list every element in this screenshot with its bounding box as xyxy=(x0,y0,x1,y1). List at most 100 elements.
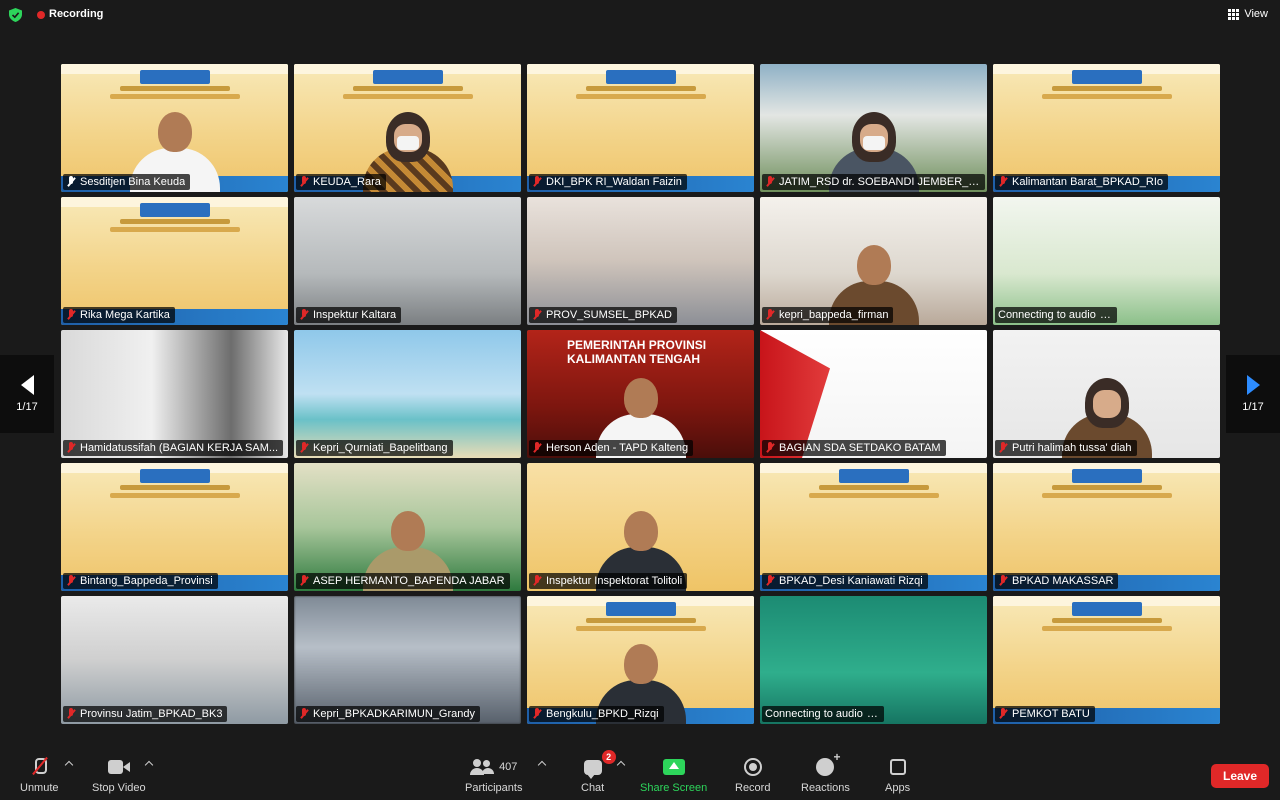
webinar-banner-graphic xyxy=(575,626,706,631)
video-background xyxy=(294,330,521,458)
participant-name-label: Bengkulu_BPKD_Rizqi xyxy=(529,706,664,722)
microphone-muted-icon xyxy=(299,176,309,188)
participant-tile[interactable]: Bintang_Bappeda_Provinsi xyxy=(61,463,288,591)
record-button[interactable]: Record xyxy=(735,756,770,794)
webinar-banner-graphic xyxy=(605,602,676,616)
microphone-muted-icon xyxy=(998,575,1008,587)
participant-tile[interactable]: Bengkulu_BPKD_Rizqi xyxy=(527,596,754,724)
recording-label[interactable]: Recording xyxy=(49,8,103,20)
webinar-banner-graphic xyxy=(1041,493,1172,498)
chat-button[interactable]: 2 Chat xyxy=(581,750,616,794)
leave-button[interactable]: Leave xyxy=(1211,764,1269,788)
webinar-banner-graphic xyxy=(139,469,210,483)
video-background xyxy=(61,330,288,458)
participant-name: Sesditjen Bina Keuda xyxy=(80,176,186,188)
participant-name-label: Inspektur Inspektorat Tolitoli xyxy=(529,573,688,589)
meeting-toolbar: Unmute Stop Video 407 Participants 2 Cha… xyxy=(0,750,1280,800)
video-background xyxy=(760,463,987,591)
view-button[interactable]: View xyxy=(1228,8,1268,20)
webinar-banner-graphic xyxy=(119,86,230,91)
participant-tile[interactable]: ASEP HERMANTO_BAPENDA JABAR xyxy=(294,463,521,591)
participant-name: Connecting to audio xyxy=(765,708,863,720)
share-screen-icon xyxy=(662,759,685,775)
participant-tile[interactable]: PEMKOT BATU xyxy=(993,596,1220,724)
webinar-banner-graphic xyxy=(119,485,230,490)
share-screen-button[interactable]: Share Screen xyxy=(640,756,707,794)
participant-name: Putri halimah tussa' diah xyxy=(1012,442,1132,454)
participant-tile[interactable]: PROV_SUMSEL_BPKAD xyxy=(527,197,754,325)
participant-name: Inspektur Inspektorat Tolitoli xyxy=(546,575,683,587)
participant-name-label: Rika Mega Kartika xyxy=(63,307,175,323)
participant-name-label: DKI_BPK RI_Waldan Faizin xyxy=(529,174,687,190)
participant-name: BAGIAN SDA SETDAKO BATAM xyxy=(779,442,941,454)
participant-tile[interactable]: Connecting to audio… xyxy=(760,596,987,724)
apps-button[interactable]: Apps xyxy=(885,756,910,794)
microphone-muted-icon xyxy=(998,708,1008,720)
participants-options-caret[interactable] xyxy=(537,760,547,770)
webinar-banner-graphic xyxy=(1051,618,1162,623)
previous-page-button[interactable]: 1/17 xyxy=(0,355,54,433)
page-indicator-left: 1/17 xyxy=(16,401,38,413)
security-shield-icon[interactable] xyxy=(9,8,22,22)
participant-name-label: ASEP HERMANTO_BAPENDA JABAR xyxy=(296,573,510,589)
webinar-banner-graphic xyxy=(352,86,463,91)
chat-options-caret[interactable] xyxy=(616,760,626,770)
participant-tile[interactable]: Rika Mega Kartika xyxy=(61,197,288,325)
participant-tile[interactable]: kepri_bappeda_firman xyxy=(760,197,987,325)
webinar-banner-graphic xyxy=(1051,86,1162,91)
participant-name: Kalimantan Barat_BPKAD_RIo xyxy=(1012,176,1164,188)
participant-tile[interactable]: BPKAD_Desi Kaniawati Rizqi xyxy=(760,463,987,591)
stop-video-label: Stop Video xyxy=(92,782,146,794)
participant-tile[interactable]: Provinsu Jatim_BPKAD_BK3 xyxy=(61,596,288,724)
participant-tile[interactable]: KEUDA_Rara xyxy=(294,64,521,192)
participant-tile[interactable]: Inspektur Kaltara xyxy=(294,197,521,325)
participants-button[interactable]: 407 Participants xyxy=(465,756,522,794)
participant-name-label: kepri_bappeda_firman xyxy=(762,307,894,323)
reactions-button[interactable]: Reactions xyxy=(801,750,850,794)
video-background xyxy=(993,64,1220,192)
participant-name: Bengkulu_BPKD_Rizqi xyxy=(546,708,659,720)
participant-tile[interactable]: Connecting to audio… xyxy=(993,197,1220,325)
microphone-muted-icon xyxy=(299,309,309,321)
participant-name-label: Inspektur Kaltara xyxy=(296,307,402,323)
view-label: View xyxy=(1244,8,1268,20)
participant-tile[interactable]: Inspektur Inspektorat Tolitoli xyxy=(527,463,754,591)
microphone-muted-icon xyxy=(532,708,542,720)
participant-name: kepri_bappeda_firman xyxy=(779,309,889,321)
participant-tile[interactable]: Kalimantan Barat_BPKAD_RIo xyxy=(993,64,1220,192)
participant-name-label: BPKAD MAKASSAR xyxy=(995,573,1119,589)
participant-tile[interactable]: Kepri_Qurniati_Bapelitbang xyxy=(294,330,521,458)
participant-name: Hamidatussifah (BAGIAN KERJA SAM... xyxy=(80,442,279,454)
participant-tile[interactable]: BPKAD MAKASSAR xyxy=(993,463,1220,591)
participant-tile[interactable]: Sesditjen Bina Keuda xyxy=(61,64,288,192)
webinar-banner-graphic xyxy=(585,86,696,91)
participant-tile[interactable]: Kepri_BPKADKARIMUN_Grandy xyxy=(294,596,521,724)
webinar-banner-graphic xyxy=(1071,469,1142,483)
video-background xyxy=(993,197,1220,325)
participant-tile[interactable]: Hamidatussifah (BAGIAN KERJA SAM... xyxy=(61,330,288,458)
next-page-button[interactable]: 1/17 xyxy=(1226,355,1280,433)
participant-tile[interactable]: Putri halimah tussa' diah xyxy=(993,330,1220,458)
microphone-muted-icon xyxy=(32,758,48,776)
stop-video-button[interactable]: Stop Video xyxy=(92,756,146,794)
participant-tile[interactable]: BAGIAN SDA SETDAKO BATAM xyxy=(760,330,987,458)
connecting-dots: … xyxy=(866,708,879,720)
microphone-muted-icon xyxy=(765,442,775,454)
participant-tile[interactable]: JATIM_RSD dr. SOEBANDI JEMBER_F... xyxy=(760,64,987,192)
participant-name-label: Bintang_Bappeda_Provinsi xyxy=(63,573,218,589)
webinar-banner-graphic xyxy=(372,70,443,84)
participant-name-label: Sesditjen Bina Keuda xyxy=(63,174,191,190)
participant-name-label: JATIM_RSD dr. SOEBANDI JEMBER_F... xyxy=(762,174,985,190)
unmute-button[interactable]: Unmute xyxy=(20,756,59,794)
audio-options-caret[interactable] xyxy=(64,760,74,770)
participant-name: JATIM_RSD dr. SOEBANDI JEMBER_F... xyxy=(779,176,980,188)
video-gallery: Sesditjen Bina Keuda KEUDA_Rara DKI_BPK RI… xyxy=(61,64,1220,725)
participant-tile[interactable]: DKI_BPK RI_Waldan Faizin xyxy=(527,64,754,192)
video-background xyxy=(61,596,288,724)
participant-tile[interactable]: PEMERINTAH PROVINSI KALIMANTAN TENGAH Her… xyxy=(527,330,754,458)
top-bar: Recording View xyxy=(0,0,1280,30)
video-options-caret[interactable] xyxy=(144,760,154,770)
video-camera-icon xyxy=(107,760,130,774)
video-background xyxy=(993,463,1220,591)
microphone-muted-icon xyxy=(998,176,1008,188)
